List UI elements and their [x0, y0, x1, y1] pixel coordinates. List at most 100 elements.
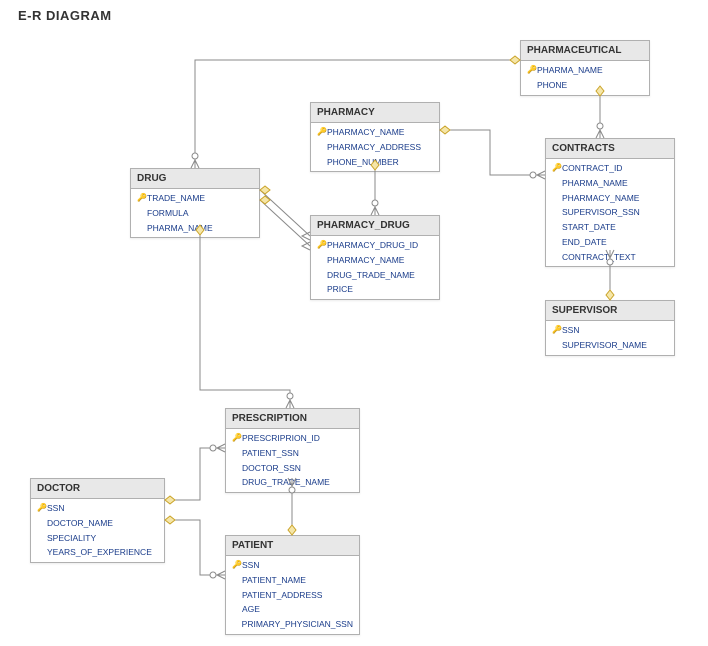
attribute-label: CONTRACT_ID: [562, 162, 622, 175]
attribute-row: PHONE_NUMBER: [311, 155, 439, 170]
attribute-list: 🔑SSN DOCTOR_NAME SPECIALITY YEARS_OF_EXP…: [31, 499, 164, 562]
attribute-label: YEARS_OF_EXPERIENCE: [47, 546, 152, 559]
attribute-row: 🔑PHARMACY_DRUG_ID: [311, 238, 439, 253]
key-icon: 🔑: [137, 192, 147, 204]
attribute-label: AGE: [242, 603, 260, 616]
key-icon: 🔑: [317, 126, 327, 138]
attribute-row: 🔑PRESCRIPRION_ID: [226, 431, 359, 446]
entity-pharmacy: PHARMACY 🔑PHARMACY_NAME PHARMACY_ADDRESS…: [310, 102, 440, 172]
attribute-list: 🔑TRADE_NAME FORMULA PHARMA_NAME: [131, 189, 259, 237]
key-icon: 🔑: [232, 432, 242, 444]
attribute-label: DRUG_TRADE_NAME: [327, 269, 415, 282]
attribute-label: PHARMACY_ADDRESS: [327, 141, 421, 154]
attribute-row: 🔑PHARMACY_NAME: [311, 125, 439, 140]
attribute-label: SSN: [562, 324, 579, 337]
attribute-row: 🔑SSN: [31, 501, 164, 516]
attribute-label: PHARMA_NAME: [147, 222, 213, 235]
attribute-row: DOCTOR_SSN: [226, 461, 359, 476]
key-icon: 🔑: [552, 162, 562, 174]
attribute-label: PRICE: [327, 283, 353, 296]
attribute-label: PHARMACY_NAME: [327, 254, 404, 267]
attribute-label: PHARMACY_DRUG_ID: [327, 239, 418, 252]
entity-pharmaceutical: PHARMACEUTICAL 🔑PHARMA_NAME PHONE: [520, 40, 650, 96]
attribute-row: 🔑CONTRACT_ID: [546, 161, 674, 176]
attribute-list: 🔑CONTRACT_ID PHARMA_NAME PHARMACY_NAME S…: [546, 159, 674, 266]
attribute-list: 🔑PRESCRIPRION_ID PATIENT_SSN DOCTOR_SSN …: [226, 429, 359, 492]
attribute-row: PHARMACY_NAME: [311, 253, 439, 268]
attribute-list: 🔑PHARMACY_DRUG_ID PHARMACY_NAME DRUG_TRA…: [311, 236, 439, 299]
key-icon: 🔑: [527, 64, 537, 76]
entity-header: CONTRACTS: [546, 139, 674, 159]
attribute-label: PRIMARY_PHYSICIAN_SSN: [242, 618, 353, 631]
attribute-label: PATIENT_SSN: [242, 447, 299, 460]
attribute-label: SPECIALITY: [47, 532, 96, 545]
attribute-row: PATIENT_ADDRESS: [226, 588, 359, 603]
attribute-row: SUPERVISOR_NAME: [546, 338, 674, 353]
attribute-label: PHARMA_NAME: [562, 177, 628, 190]
attribute-label: PHONE: [537, 79, 567, 92]
key-icon: 🔑: [552, 324, 562, 336]
attribute-label: PATIENT_NAME: [242, 574, 306, 587]
entity-header: DRUG: [131, 169, 259, 189]
entity-header: PATIENT: [226, 536, 359, 556]
attribute-label: PHARMA_NAME: [537, 64, 603, 77]
attribute-row: DRUG_TRADE_NAME: [226, 475, 359, 490]
attribute-label: START_DATE: [562, 221, 616, 234]
attribute-label: DOCTOR_SSN: [242, 462, 301, 475]
attribute-label: PHONE_NUMBER: [327, 156, 399, 169]
attribute-row: 🔑TRADE_NAME: [131, 191, 259, 206]
entity-header: PHARMACY: [311, 103, 439, 123]
key-icon: 🔑: [317, 239, 327, 251]
attribute-row: PRICE: [311, 282, 439, 297]
entity-header: DOCTOR: [31, 479, 164, 499]
entity-header: PHARMACEUTICAL: [521, 41, 649, 61]
entity-header: PHARMACY_DRUG: [311, 216, 439, 236]
attribute-label: PATIENT_ADDRESS: [242, 589, 322, 602]
attribute-row: DRUG_TRADE_NAME: [311, 268, 439, 283]
attribute-row: PATIENT_SSN: [226, 446, 359, 461]
attribute-label: DOCTOR_NAME: [47, 517, 113, 530]
page-title: E-R DIAGRAM: [18, 8, 112, 23]
attribute-row: 🔑SSN: [226, 558, 359, 573]
attribute-row: PHONE: [521, 78, 649, 93]
attribute-label: PHARMACY_NAME: [562, 192, 639, 205]
attribute-label: TRADE_NAME: [147, 192, 205, 205]
attribute-list: 🔑PHARMA_NAME PHONE: [521, 61, 649, 95]
attribute-label: SSN: [47, 502, 64, 515]
entity-header: PRESCRIPTION: [226, 409, 359, 429]
attribute-row: 🔑SSN: [546, 323, 674, 338]
attribute-row: PHARMA_NAME: [546, 176, 674, 191]
attribute-row: AGE: [226, 602, 359, 617]
attribute-row: FORMULA: [131, 206, 259, 221]
attribute-row: START_DATE: [546, 220, 674, 235]
attribute-row: SUPERVISOR_SSN: [546, 205, 674, 220]
attribute-row: PHARMACY_NAME: [546, 191, 674, 206]
key-icon: 🔑: [232, 559, 242, 571]
attribute-row: 🔑PHARMA_NAME: [521, 63, 649, 78]
entity-pharmacy-drug: PHARMACY_DRUG 🔑PHARMACY_DRUG_ID PHARMACY…: [310, 215, 440, 300]
attribute-list: 🔑SSN SUPERVISOR_NAME: [546, 321, 674, 355]
entity-drug: DRUG 🔑TRADE_NAME FORMULA PHARMA_NAME: [130, 168, 260, 238]
attribute-row: PRIMARY_PHYSICIAN_SSN: [226, 617, 359, 632]
attribute-row: END_DATE: [546, 235, 674, 250]
attribute-row: PHARMA_NAME: [131, 221, 259, 236]
attribute-row: YEARS_OF_EXPERIENCE: [31, 545, 164, 560]
attribute-label: CONTRACT_TEXT: [562, 251, 636, 264]
attribute-row: CONTRACT_TEXT: [546, 250, 674, 265]
entity-doctor: DOCTOR 🔑SSN DOCTOR_NAME SPECIALITY YEARS…: [30, 478, 165, 563]
entity-prescription: PRESCRIPTION 🔑PRESCRIPRION_ID PATIENT_SS…: [225, 408, 360, 493]
attribute-list: 🔑SSN PATIENT_NAME PATIENT_ADDRESS AGE PR…: [226, 556, 359, 634]
attribute-label: FORMULA: [147, 207, 189, 220]
entity-header: SUPERVISOR: [546, 301, 674, 321]
attribute-row: DOCTOR_NAME: [31, 516, 164, 531]
attribute-row: SPECIALITY: [31, 531, 164, 546]
attribute-label: SSN: [242, 559, 259, 572]
attribute-list: 🔑PHARMACY_NAME PHARMACY_ADDRESS PHONE_NU…: [311, 123, 439, 171]
attribute-label: END_DATE: [562, 236, 607, 249]
attribute-label: PRESCRIPRION_ID: [242, 432, 320, 445]
entity-contracts: CONTRACTS 🔑CONTRACT_ID PHARMA_NAME PHARM…: [545, 138, 675, 267]
attribute-row: PHARMACY_ADDRESS: [311, 140, 439, 155]
attribute-label: PHARMACY_NAME: [327, 126, 404, 139]
key-icon: 🔑: [37, 502, 47, 514]
attribute-label: SUPERVISOR_NAME: [562, 339, 647, 352]
